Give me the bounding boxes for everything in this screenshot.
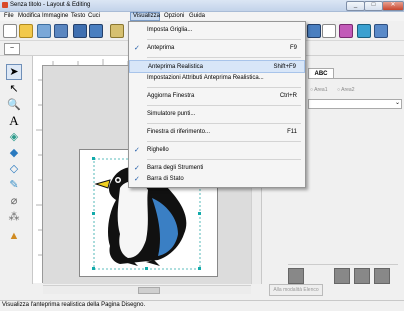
menu-item-label: Impostazioni Attributi Anteprima Realist…	[147, 75, 264, 81]
import-icon[interactable]	[37, 24, 51, 38]
eraser-icon[interactable]: ⌀	[6, 193, 22, 209]
menu-separator	[147, 87, 301, 88]
menu-item-shortcut: F11	[287, 129, 297, 135]
menu-immagine[interactable]: Immagine	[40, 12, 70, 21]
menu-file[interactable]: File	[2, 12, 16, 21]
menu-item-label: Barra degli Strumenti	[147, 165, 204, 171]
grid-icon[interactable]	[322, 24, 336, 38]
menu-item-simulatore-punti[interactable]: Simulatore punti...	[129, 108, 305, 121]
title-bar: Senza titolo - Layout & Editing _ □ ✕	[0, 0, 404, 12]
chevron-down-icon: ⌄	[394, 100, 400, 106]
machine-icon[interactable]	[374, 24, 388, 38]
maximize-button[interactable]: □	[364, 1, 383, 11]
hscroll-thumb[interactable]	[138, 287, 160, 294]
brush-icon[interactable]: ✎	[6, 177, 22, 193]
menu-modifica[interactable]: Modifica	[16, 12, 42, 21]
status-bar: Visualizza l'anteprima realistica della …	[0, 300, 404, 311]
menu-item-impostazioni-attributi[interactable]: Impostazioni Attributi Anteprima Realist…	[129, 72, 305, 85]
menu-item-righello[interactable]: ✓ Righello	[129, 144, 305, 157]
menu-item-aggiorna-finestra[interactable]: Aggiorna Finestra Ctrl+R	[129, 90, 305, 103]
vertical-ruler	[33, 65, 43, 283]
menu-item-barra-stato[interactable]: ✓ Barra di Stato	[129, 173, 305, 186]
check-icon: ✓	[134, 165, 140, 172]
visualizza-dropdown: Imposta Griglia... ✓ Anteprima F9 Antepr…	[128, 21, 306, 188]
check-icon: ✓	[134, 45, 140, 52]
menu-item-label: Simulatore punti...	[147, 111, 196, 117]
check-icon: ✓	[134, 147, 140, 154]
menu-separator	[147, 57, 301, 58]
transfer-icon[interactable]	[357, 24, 371, 38]
new-file-icon[interactable]	[3, 24, 17, 38]
list-mode-button[interactable]: Alla modalità Elenco	[269, 284, 323, 296]
open-folder-icon[interactable]	[19, 24, 33, 38]
export-icon[interactable]	[54, 24, 68, 38]
menu-item-label: Barra di Stato	[147, 176, 184, 182]
save-as-icon[interactable]	[89, 24, 103, 38]
fill-tool-icon[interactable]: ◆	[6, 145, 22, 161]
swatch-button-1[interactable]	[288, 268, 304, 284]
minimize-button[interactable]: _	[346, 1, 365, 11]
view-icon[interactable]	[307, 24, 321, 38]
attribute-select[interactable]: ⌄	[308, 99, 402, 109]
radio-area1-text: Area1	[314, 87, 328, 93]
menu-separator	[147, 123, 301, 124]
menu-item-finestra-riferimento[interactable]: Finestra di riferimento... F11	[129, 126, 305, 139]
menu-item-anteprima[interactable]: ✓ Anteprima F9	[129, 42, 305, 55]
window-title: Senza titolo - Layout & Editing	[10, 2, 91, 8]
menu-item-label: Righello	[147, 147, 169, 153]
radio-area2-text: Area2	[341, 87, 355, 93]
swatch-button-3[interactable]	[354, 268, 370, 284]
swatch-button-2[interactable]	[334, 268, 350, 284]
app-icon	[2, 2, 8, 8]
zoom-icon[interactable]: 🔍	[6, 97, 22, 113]
panel-divider	[288, 264, 398, 265]
menu-cuci[interactable]: Cuci	[86, 12, 102, 21]
shape-tool-icon[interactable]: ◈	[6, 129, 22, 145]
outline-tool-icon[interactable]: ◇	[6, 161, 22, 177]
menu-guida[interactable]: Guida	[187, 12, 207, 21]
menu-item-label: Imposta Griglia...	[147, 27, 193, 33]
point-edit-icon[interactable]: ↖	[6, 81, 22, 97]
applique-icon[interactable]: ▲	[6, 228, 22, 244]
radio-area1-label[interactable]: ○ Area1	[310, 87, 327, 93]
menu-separator	[147, 141, 301, 142]
menu-visualizza[interactable]: Visualizza	[130, 12, 160, 21]
print-icon[interactable]	[110, 24, 124, 38]
menu-item-shortcut: Shift+F9	[273, 64, 296, 70]
close-button[interactable]: ✕	[382, 1, 404, 11]
select-arrow-icon[interactable]: ➤	[6, 64, 22, 80]
stitch-tool-icon[interactable]: ⁂	[6, 209, 22, 225]
menu-separator	[147, 105, 301, 106]
save-icon[interactable]	[73, 24, 87, 38]
tool-palette: ➤ ↖ 🔍 A ◈ ◆ ◇ ✎ ⌀ ⁂ ▲	[0, 56, 33, 284]
menu-item-label: Anteprima	[147, 45, 175, 51]
menu-item-shortcut: Ctrl+R	[279, 93, 297, 99]
ruler-ticks-v	[36, 79, 42, 256]
menu-item-imposta-griglia[interactable]: Imposta Griglia...	[129, 24, 305, 37]
radio-area2-label[interactable]: ○ Area2	[337, 87, 354, 93]
menu-separator	[147, 159, 301, 160]
swatch-button-4[interactable]	[374, 268, 390, 284]
menu-testo[interactable]: Testo	[69, 12, 87, 21]
stitch-icon[interactable]	[339, 24, 353, 38]
horizontal-scrollbar[interactable]	[43, 285, 251, 294]
check-icon: ✓	[134, 176, 140, 183]
status-text: Visualizza l'anteprima realistica della …	[2, 302, 146, 308]
menu-item-label: Anteprima Realistica	[148, 64, 204, 70]
wave-icon[interactable]: ~	[4, 43, 20, 55]
menu-separator	[147, 39, 301, 40]
menu-item-shortcut: F9	[289, 45, 297, 51]
tab-divider	[308, 78, 402, 79]
text-tool-icon[interactable]: A	[6, 113, 22, 129]
menu-item-label: Aggiorna Finestra	[147, 93, 195, 99]
menu-opzioni[interactable]: Opzioni	[162, 12, 186, 21]
menu-item-label: Finestra di riferimento...	[147, 129, 211, 135]
